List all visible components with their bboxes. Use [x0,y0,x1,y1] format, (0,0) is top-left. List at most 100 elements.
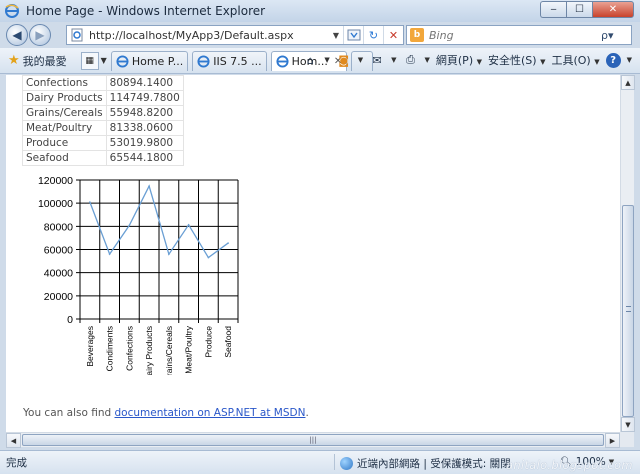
x-tick-label: Grains/Cereals [164,326,174,375]
category-cell: Seafood [22,150,107,166]
back-arrow-icon: ◀ [12,28,22,42]
back-button[interactable]: ◀ [6,24,28,46]
bing-icon: b [410,28,424,42]
x-tick-label: Meat/Poultry [184,325,194,373]
vertical-scroll-thumb[interactable] [622,205,634,417]
horizontal-scrollbar[interactable]: ◀ ||| ▶ [6,432,620,448]
print-icon[interactable]: ⎙ [403,52,419,68]
value-cell: 81338.0600 [105,120,184,136]
grip-icon: ||| [309,436,317,444]
close-button[interactable]: ✕ [592,1,634,18]
mail-dropdown-icon[interactable]: ▼ [391,56,396,64]
search-input[interactable] [429,28,599,42]
ie-tab-icon [116,54,129,68]
safety-menu[interactable]: 安全性(S) ▼ [488,52,545,68]
x-tick-label: Dairy Products [144,326,154,375]
table-row: Dairy Products 114749.7800 [22,90,184,106]
sales-table: Confections 80894.1400 Dairy Products 11474… [22,75,184,166]
table-row: Meat/Poultry 81338.0600 [22,120,184,136]
tab-home-page-1[interactable]: Home P... [110,50,189,71]
data-point [207,256,210,259]
page-icon [70,28,84,42]
footer-prefix: You can also find [23,407,115,419]
favorites-label: 我的最愛 [22,54,67,68]
page-content: Confections 80894.1400 Dairy Products 11474… [6,75,620,432]
home-icon[interactable]: ⌂ [302,52,318,68]
forward-arrow-icon: ▶ [35,28,45,42]
tools-menu[interactable]: 工具(O) ▼ [551,52,599,68]
scroll-up-icon[interactable]: ▲ [621,75,635,90]
y-tick-label: 100000 [38,198,73,210]
value-cell: 55948.8200 [105,105,184,121]
compatibility-view-icon[interactable] [343,26,363,44]
data-point [227,242,229,244]
page-menu-label: 網頁(P) [435,54,474,67]
maximize-button[interactable]: ☐ [566,1,592,18]
print-dropdown-icon[interactable]: ▼ [425,56,430,64]
vertical-scrollbar[interactable]: ▲ ▼ [620,75,635,432]
category-cell: Grains/Cereals [22,105,107,121]
table-row: Seafood 65544.1800 [22,150,184,166]
security-zone[interactable]: 近端內部網路 | 受保護模式: 關閉 [340,456,511,471]
scrollbar-corner [620,432,634,447]
url-dropdown-icon[interactable]: ▼ [329,31,343,40]
search-box[interactable]: b ρ▾ [406,25,632,45]
feeds-dropdown-icon[interactable]: ▼ [358,56,363,64]
y-tick-label: 0 [67,314,73,326]
sales-line-chart: 120000 100000 80000 60000 40000 20000 0 Beverag… [38,175,239,375]
mail-icon[interactable]: ✉ [369,52,385,68]
x-tick-label: Seafood [223,326,233,358]
feeds-icon[interactable]: ◙ [336,52,352,68]
ie-tab-icon [197,54,210,68]
refresh-icon[interactable]: ↻ [363,26,383,44]
url-text[interactable]: http://localhost/MyApp3/Default.aspx [89,29,329,42]
tab-iis[interactable]: IIS 7.5 ... [192,50,267,71]
data-point [148,185,150,187]
command-bar: ★ 我的最愛 ▦ ▼ Home P... IIS 7.5 ... Hom... … [0,48,640,74]
value-cell: 80894.1400 [105,75,184,91]
home-dropdown-icon[interactable]: ▼ [324,56,329,64]
category-cell: Produce [22,135,107,151]
y-tick-label: 60000 [44,245,73,257]
stop-icon[interactable]: ✕ [383,26,403,44]
minimize-button[interactable]: ‒ [540,1,566,18]
url-field[interactable]: http://localhost/MyApp3/Default.aspx ▼ ↻… [66,25,404,45]
y-tick-label: 120000 [38,175,73,187]
page-menu[interactable]: 網頁(P) ▼ [436,52,482,68]
scroll-right-icon[interactable]: ▶ [605,433,620,448]
tab-list-dropdown-icon[interactable]: ▼ [101,56,107,65]
value-cell: 53019.9800 [105,135,184,151]
ie-tab-icon [276,54,289,68]
status-text: 完成 [6,457,27,469]
zone-text: 近端內部網路 | 受保護模式: 關閉 [357,458,511,470]
title-bar: Home Page - Windows Internet Explorer ‒ … [0,0,640,22]
quick-tabs-icon[interactable]: ▦ [80,51,99,70]
msdn-documentation-link[interactable]: documentation on ASP.NET at MSDN [115,407,306,419]
star-icon: ★ [8,53,20,68]
scroll-left-icon[interactable]: ◀ [6,433,21,448]
footer-text: You can also find documentation on ASP.N… [23,407,309,419]
safety-menu-label: 安全性(S) [488,54,537,67]
scroll-down-icon[interactable]: ▼ [621,417,635,432]
y-tick-label: 20000 [44,291,73,303]
x-tick-label: Produce [203,326,213,358]
horizontal-scroll-thumb[interactable]: ||| [22,434,604,446]
tools-menu-label: 工具(O) [551,54,591,67]
forward-button[interactable]: ▶ [29,24,51,46]
address-bar: ◀ ▶ http://localhost/MyApp3/Default.aspx… [0,22,640,48]
tab-label: Home P... [131,54,184,68]
tab-label: IIS 7.5 ... [213,54,262,68]
watermark: anitalo.blogspot.com [506,458,633,472]
search-icon[interactable]: ρ▾ [601,29,614,42]
help-icon[interactable]: ? [605,52,621,68]
data-point [187,223,190,226]
ie-logo-icon [4,3,20,19]
favorites-button[interactable]: ★ 我的最愛 [8,53,67,69]
y-tick-label: 40000 [44,268,73,280]
data-point [89,201,91,203]
footer-suffix: . [305,407,309,419]
value-cell: 114749.7800 [105,90,184,106]
help-dropdown-icon[interactable]: ▼ [627,56,632,64]
table-row: Produce 53019.9800 [22,135,184,151]
data-point [168,253,170,255]
